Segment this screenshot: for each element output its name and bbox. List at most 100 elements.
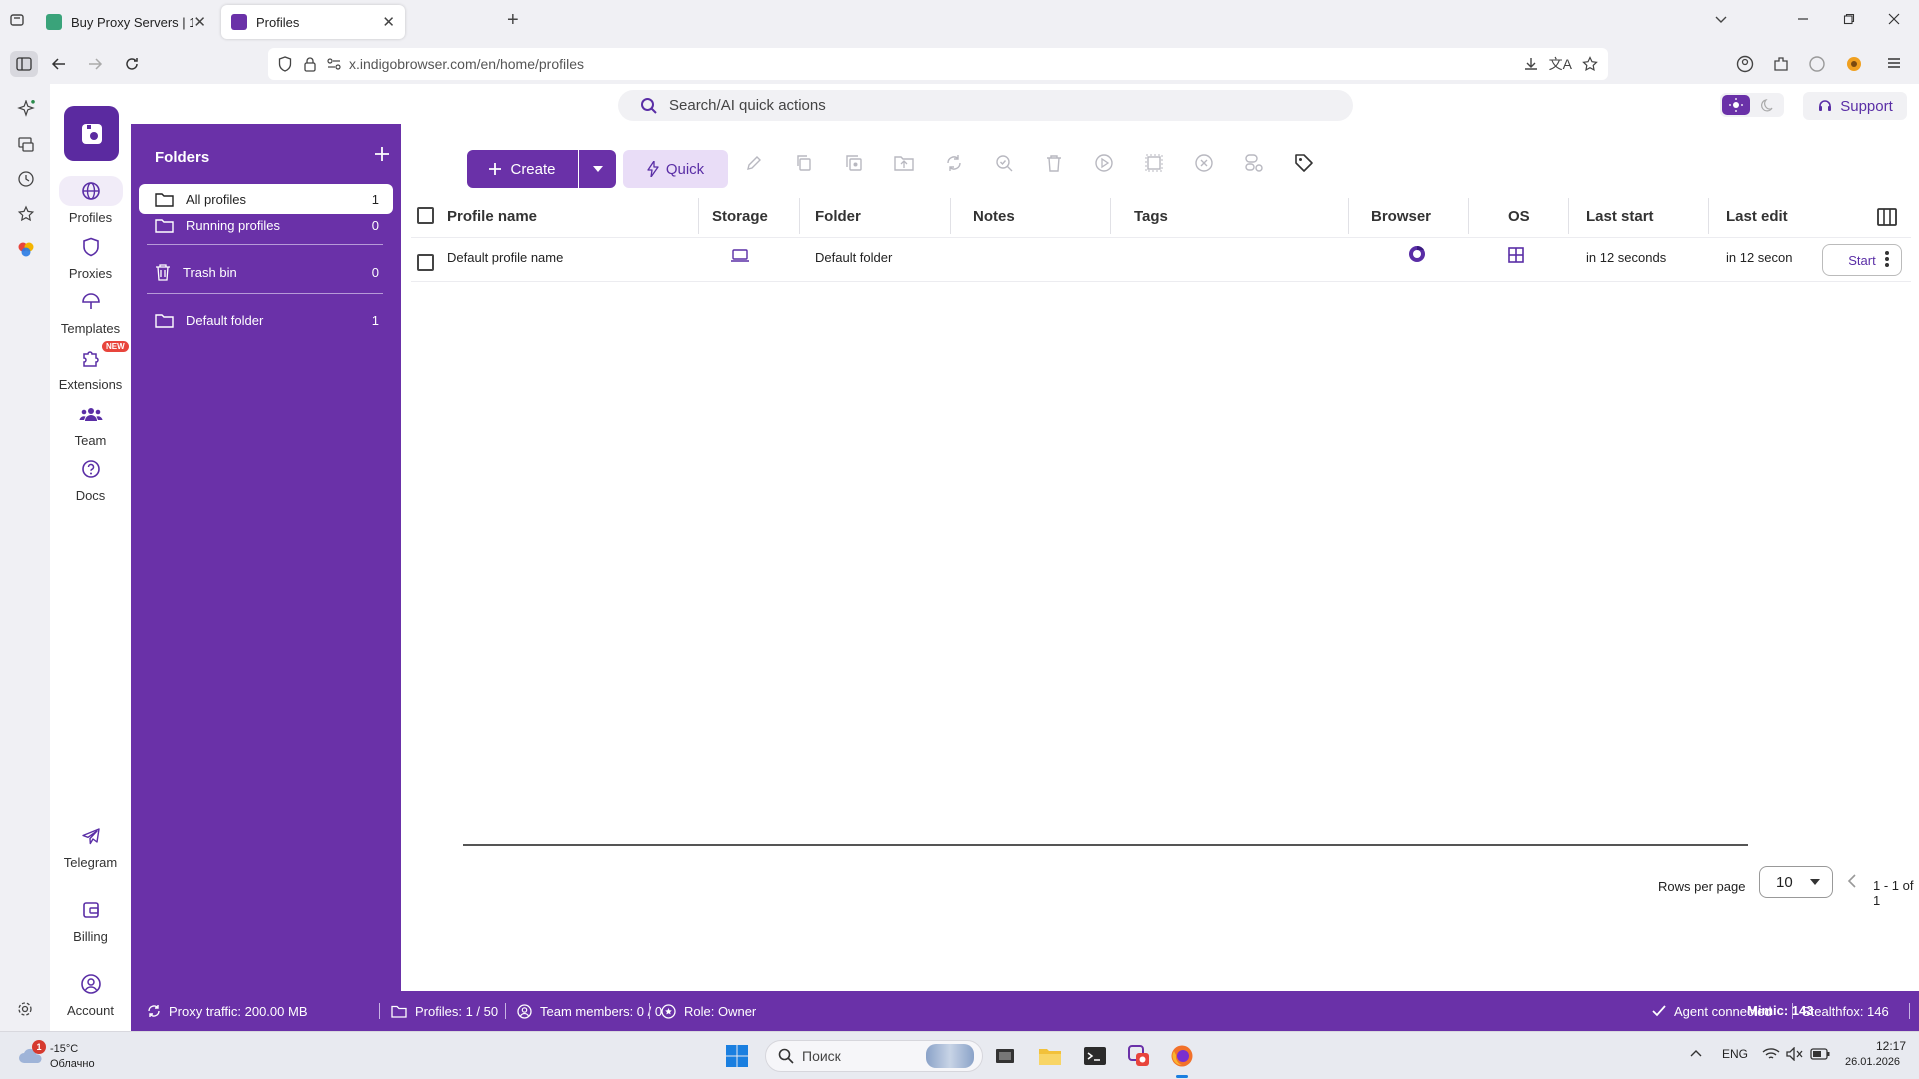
url-text[interactable]: x.indigobrowser.com/en/home/profiles [349,56,584,72]
nav-telegram[interactable]: Telegram [50,821,131,885]
add-folder-plus-icon[interactable] [374,146,390,162]
terminal-icon[interactable] [1083,1045,1107,1067]
cell-profile-name[interactable]: Default profile name [447,250,563,265]
restore-icon[interactable] [1843,13,1855,25]
forward-icon[interactable] [87,56,103,72]
columns-view-icon[interactable] [1877,208,1897,226]
sync-icon[interactable] [941,150,967,176]
col-last-start[interactable]: Last start [1586,208,1654,225]
edit-pencil-icon[interactable] [741,150,767,176]
col-tags[interactable]: Tags [1134,208,1168,225]
indigo-logo[interactable] [64,106,119,161]
extensions-icon[interactable] [1772,55,1790,73]
col-profile-name[interactable]: Profile name [447,208,537,225]
language-indicator[interactable]: ENG [1722,1047,1748,1061]
weather-widget[interactable]: 1 -15°C Облачно [14,1040,104,1074]
select-frame-icon[interactable] [1141,150,1167,176]
firefox-icon[interactable] [1170,1044,1194,1068]
light-theme-sun-icon[interactable] [1722,95,1750,115]
clone-icon[interactable] [841,150,867,176]
theme-toggle[interactable] [1720,93,1784,117]
col-notes[interactable]: Notes [973,208,1015,225]
row-more-vertical-icon[interactable] [1884,250,1890,268]
create-button[interactable]: Create [467,150,578,188]
addon-orange-icon[interactable] [1845,55,1863,73]
translate-icon[interactable]: 文A [1549,54,1572,74]
quick-button[interactable]: Quick [623,150,728,188]
nav-billing[interactable]: Billing [50,895,131,959]
quick-search-input[interactable]: Search/AI quick actions [618,90,1353,121]
folder-trash-bin[interactable]: Trash bin 0 [139,257,393,287]
col-storage[interactable]: Storage [712,208,768,225]
check-search-icon[interactable] [991,150,1017,176]
col-os[interactable]: OS [1508,208,1530,225]
synced-tabs-icon[interactable] [17,135,35,153]
minimize-icon[interactable] [1797,13,1809,25]
indigo-app-icon[interactable] [1127,1044,1151,1068]
col-browser[interactable]: Browser [1371,208,1431,225]
stealthfox-text: Stealthfox: 146 [1802,1003,1889,1019]
account-circle-icon[interactable] [1736,55,1754,73]
colorful-extension-icon[interactable] [17,240,35,258]
col-folder[interactable]: Folder [815,208,861,225]
windows-start-icon[interactable] [725,1044,749,1068]
browser-settings-gear-icon[interactable] [17,1001,33,1017]
tab-overview-icon[interactable] [9,12,25,28]
bookmark-star-icon[interactable] [1582,56,1598,72]
file-explorer-icon[interactable] [1038,1045,1062,1067]
nav-profiles[interactable]: Profiles [50,176,131,240]
horizontal-scrollbar[interactable] [463,844,1748,846]
volume-muted-icon[interactable] [1786,1047,1804,1061]
download-icon[interactable] [1523,56,1539,72]
wifi-icon[interactable] [1762,1047,1780,1061]
browser-tab-profiles[interactable]: Profiles ✕ [221,5,405,39]
stop-circle-x-icon[interactable] [1191,150,1217,176]
close-window-icon[interactable] [1888,13,1900,25]
addon-grey-icon[interactable] [1808,55,1826,73]
support-button[interactable]: Support [1803,92,1907,120]
select-all-checkbox[interactable] [417,207,434,224]
col-last-edit[interactable]: Last edit [1726,208,1788,225]
tracking-shield-icon[interactable] [278,56,292,72]
ai-sparkle-icon[interactable] [17,100,35,118]
menu-hamburger-icon[interactable] [1886,55,1902,71]
tab-list-chevron-icon[interactable] [1714,12,1728,26]
tray-chevron-up-icon[interactable] [1690,1049,1702,1057]
history-icon[interactable] [17,170,35,188]
close-tab-icon[interactable]: ✕ [382,13,395,31]
back-icon[interactable] [51,56,67,72]
proxy-settings-icon[interactable] [1241,150,1267,176]
row-checkbox[interactable] [417,254,434,271]
folder-running-profiles[interactable]: Running profiles 0 [139,210,393,240]
new-tab-icon[interactable]: + [507,9,519,32]
close-tab-icon[interactable]: ✕ [193,13,206,31]
create-dropdown-button[interactable] [579,150,616,188]
copy-icon[interactable] [791,150,817,176]
task-view-icon[interactable] [994,1045,1016,1067]
windows-taskbar: 1 -15°C Облачно Поиск ENG 12:17 26.01.20… [0,1031,1919,1079]
play-icon[interactable] [1091,150,1117,176]
move-to-folder-icon[interactable] [891,150,917,176]
lock-icon[interactable] [304,56,316,72]
prev-page-icon[interactable] [1847,874,1857,888]
url-bar[interactable]: x.indigobrowser.com/en/home/profiles 文A [268,48,1608,80]
nav-account[interactable]: Account [50,969,131,1033]
table-row[interactable] [411,238,1911,282]
dark-theme-moon-icon[interactable] [1761,98,1775,112]
delete-trash-icon[interactable] [1041,150,1067,176]
rows-per-page-select[interactable]: 10 [1759,866,1833,898]
clock-date[interactable]: 26.01.2026 [1845,1056,1900,1068]
clock-time[interactable]: 12:17 [1876,1039,1906,1053]
bookmarks-star-icon[interactable] [17,205,35,223]
permissions-icon[interactable] [327,58,341,70]
folder-default[interactable]: Default folder 1 [139,305,393,335]
browser-tab-proxy[interactable]: Buy Proxy Servers | 1000 Proxie ✕ [36,5,216,39]
nav-docs[interactable]: Docs [50,454,131,518]
tag-icon[interactable] [1291,150,1317,176]
nav-extensions[interactable]: NEW Extensions [50,341,131,407]
start-profile-button[interactable]: Start [1822,244,1902,276]
reload-icon[interactable] [124,56,140,72]
taskbar-search-input[interactable]: Поиск [765,1040,983,1072]
sidebar-toggle-icon[interactable] [10,51,38,77]
battery-icon[interactable] [1810,1048,1830,1060]
